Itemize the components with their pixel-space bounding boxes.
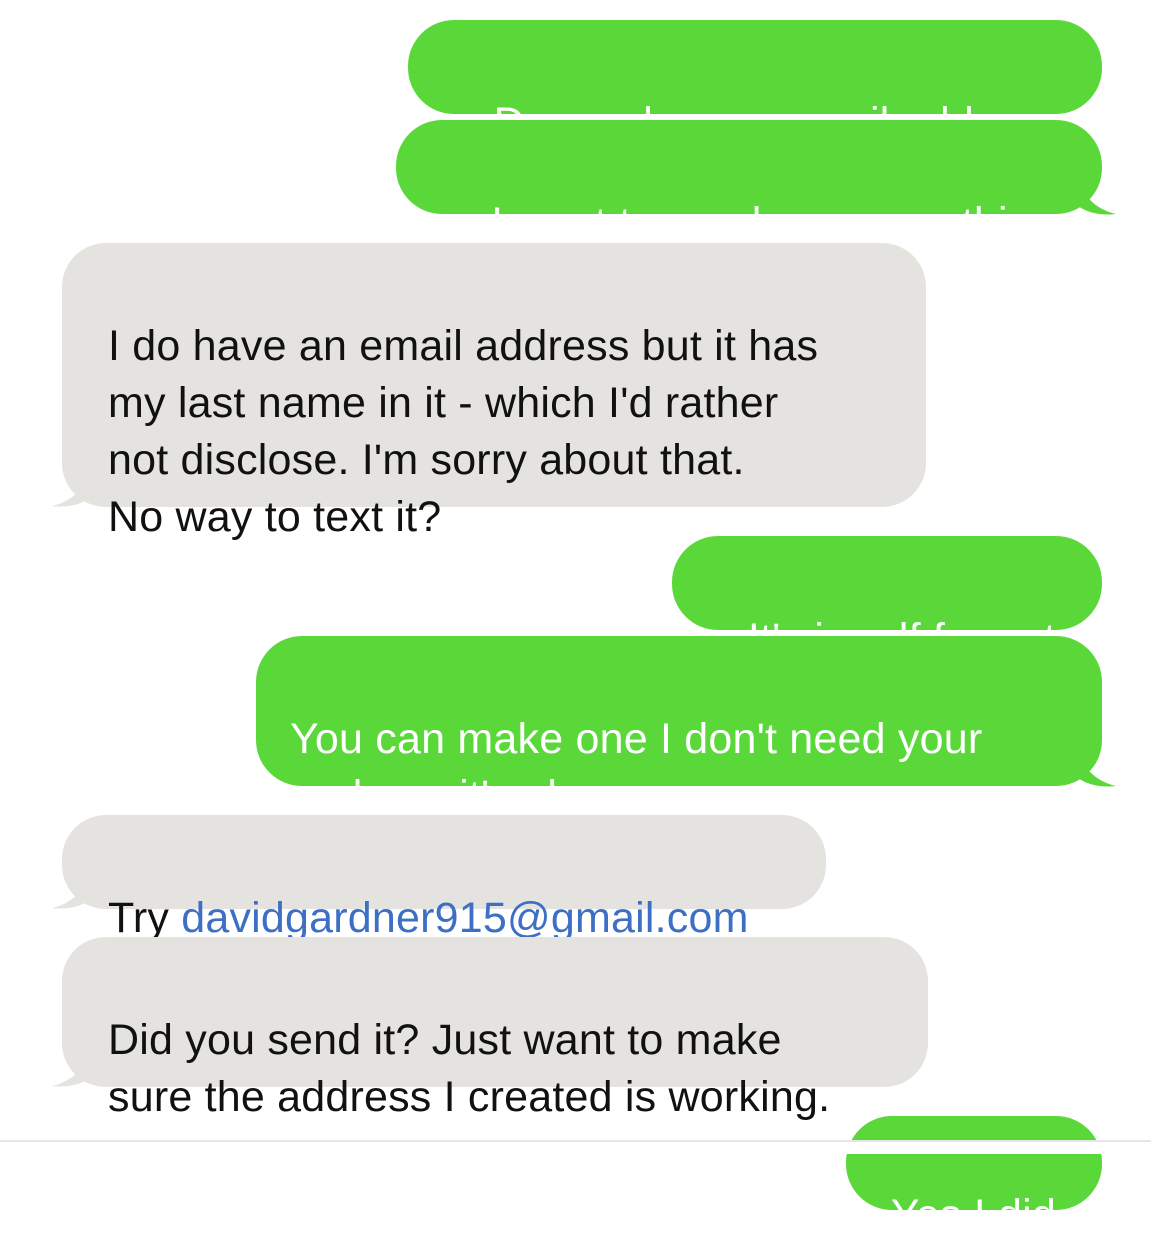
message-text: I do have an email address but it has my… (108, 322, 819, 541)
received-message-bubble[interactable]: Did you send it? Just want to make sure … (62, 937, 928, 1121)
sent-message-bubble[interactable]: Yes I did (846, 1116, 1102, 1239)
received-message-bubble[interactable]: I do have an email address but it has my… (62, 243, 926, 541)
received-bubble-tail (50, 1052, 90, 1088)
message-text: Try (108, 894, 182, 942)
message-text: I want to send you something (491, 199, 1056, 247)
sent-message-bubble[interactable]: Do you have a email address (408, 20, 1102, 147)
received-bubble-tail (50, 472, 90, 508)
message-text: Yes I did (890, 1191, 1056, 1239)
sent-message-bubble[interactable]: You can make one I don't need your real … (256, 636, 1102, 820)
received-message-bubble[interactable]: Try davidgardner915@gmail.com (62, 815, 826, 942)
sent-message-bubble[interactable]: I want to send you something (396, 120, 1102, 247)
message-text: Did you send it? Just want to make sure … (108, 1016, 831, 1121)
message-text: You can make one I don't need your real … (290, 715, 983, 820)
received-bubble-tail (50, 874, 90, 910)
message-thread: Do you have a email address I want to se… (0, 0, 1151, 1239)
sent-bubble-tail (1078, 752, 1118, 788)
sent-bubble-tail (1078, 180, 1118, 216)
bottom-edge (0, 1142, 1151, 1154)
sent-message-bubble[interactable]: It's in pdf format (672, 536, 1102, 663)
email-link[interactable]: davidgardner915@gmail.com (181, 894, 748, 942)
